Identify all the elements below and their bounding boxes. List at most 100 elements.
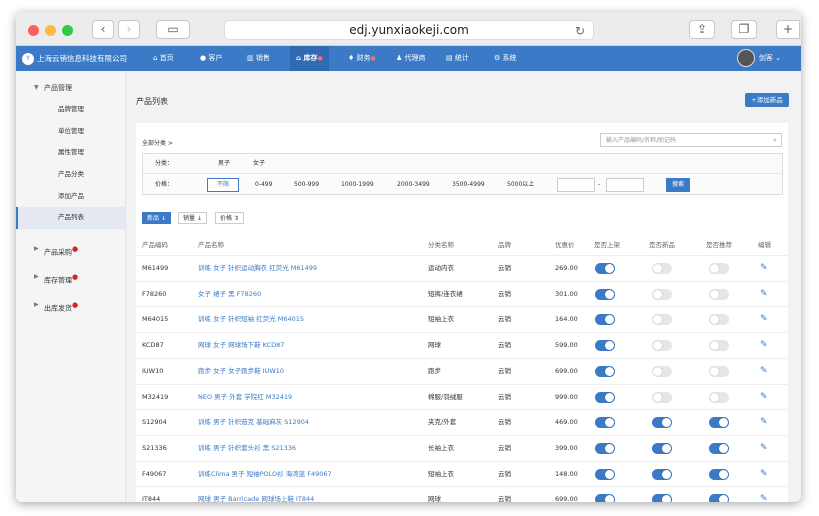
listed-toggle[interactable] [595, 494, 615, 502]
listed-toggle[interactable] [595, 340, 615, 352]
recommend-toggle[interactable] [709, 288, 729, 300]
sort-sales-button[interactable]: 销量 ↓ [178, 212, 207, 224]
product-name-link[interactable]: 网球 男子 Barricade 网球场上鞋 IT844 [198, 487, 314, 502]
sidebar-group-purchase[interactable]: ▶ 产品采购● [16, 235, 125, 263]
price-option-500-999[interactable]: 500-999 [294, 175, 319, 195]
back-icon[interactable]: ‹ [92, 20, 114, 39]
listed-toggle[interactable] [595, 288, 615, 300]
listed-toggle[interactable] [595, 263, 615, 274]
minimize-window-button[interactable] [45, 25, 56, 36]
recommend-toggle[interactable] [709, 365, 729, 377]
nav-item-finance[interactable]: ♦ 财务● [348, 46, 376, 71]
recommend-toggle[interactable] [709, 417, 729, 429]
product-name-link[interactable]: 训练 男子 针织茄克 基础麻灰 S12904 [198, 410, 309, 435]
listed-toggle[interactable] [595, 417, 615, 429]
brand[interactable]: Y 上海云销信息科技有限公司 [22, 46, 127, 71]
sidebar-group-product[interactable]: ▼ 产品管理 [16, 77, 125, 99]
reload-icon[interactable]: ↻ [575, 22, 585, 41]
new-toggle[interactable] [652, 442, 672, 454]
edit-icon[interactable]: ✎ [760, 410, 768, 435]
user-menu[interactable]: 剑客 ⌄ [736, 46, 781, 71]
search-button[interactable]: 搜索 [666, 178, 690, 192]
nav-item-home[interactable]: ⌂ 首页 [153, 46, 174, 71]
listed-toggle[interactable] [595, 391, 615, 403]
recommend-toggle[interactable] [709, 340, 729, 352]
price-max-input[interactable] [606, 178, 644, 192]
tabs-icon[interactable]: ❐ [731, 20, 757, 39]
recommend-toggle[interactable] [709, 442, 729, 454]
search-icon[interactable]: ⌕ [773, 134, 777, 147]
product-name-link[interactable]: 网球 女子 网球场下鞋 KCD87 [198, 333, 284, 358]
nav-item-customer[interactable]: ● 客户 [200, 46, 222, 71]
share-icon[interactable]: ⇪ [689, 20, 715, 39]
sidebar-toggle-icon[interactable]: ▭ [156, 20, 190, 39]
price-option-1000-1999[interactable]: 1000-1999 [341, 175, 374, 195]
nav-item-system[interactable]: ⚙ 系统 [494, 46, 517, 71]
edit-icon[interactable]: ✎ [760, 487, 768, 502]
breadcrumb[interactable]: 全部分类 > [142, 138, 173, 147]
edit-icon[interactable]: ✎ [760, 359, 768, 384]
sidebar-item-product-list[interactable]: 产品列表 [16, 207, 125, 230]
product-name-link[interactable]: 女子 裙子 黑 F78260 [198, 282, 261, 307]
new-toggle[interactable] [652, 391, 672, 403]
listed-toggle[interactable] [595, 365, 615, 377]
new-toggle[interactable] [652, 340, 672, 352]
price-option-2000-3499[interactable]: 2000-3499 [397, 175, 430, 195]
sidebar-item-add-product[interactable]: 添加产品 [16, 186, 125, 208]
forward-icon[interactable]: › [118, 20, 140, 39]
recommend-toggle[interactable] [709, 494, 729, 502]
product-name-link[interactable]: 跑步 女子 女子跑步鞋 IUW10 [198, 359, 284, 384]
category-option-male[interactable]: 男子 [218, 154, 230, 174]
price-option-0-499[interactable]: 0-499 [255, 175, 272, 195]
product-name-link[interactable]: 训练 女子 针织运动胸衣 红荧光 M61499 [198, 256, 317, 281]
nav-item-sales[interactable]: ▥ 销售 [247, 46, 270, 71]
listed-toggle[interactable] [595, 314, 615, 326]
add-product-button[interactable]: +添加新品 [745, 93, 789, 107]
nav-item-stats[interactable]: ▤ 统计 [446, 46, 469, 71]
edit-icon[interactable]: ✎ [760, 307, 768, 332]
edit-icon[interactable]: ✎ [760, 436, 768, 461]
address-bar[interactable]: edj.yunxiaokeji.com ↻ [224, 20, 594, 40]
sidebar-item-unit[interactable]: 单位管理 [16, 121, 125, 143]
sort-new-button[interactable]: 新品 ↓ [142, 212, 171, 224]
product-name-link[interactable]: 训练 男子 针织套头衫 黑 S21336 [198, 436, 296, 461]
new-tab-icon[interactable]: + [776, 20, 800, 39]
sort-price-button[interactable]: 价格 ⇕ [215, 212, 244, 224]
new-toggle[interactable] [652, 417, 672, 429]
product-name-link[interactable]: 训练 女子 针织短袖 红荧光 M64015 [198, 307, 304, 332]
sidebar-item-attribute[interactable]: 属性管理 [16, 142, 125, 164]
listed-toggle[interactable] [595, 468, 615, 480]
listed-toggle[interactable] [595, 442, 615, 454]
sidebar-group-inventory[interactable]: ▶ 库存管理● [16, 263, 125, 291]
edit-icon[interactable]: ✎ [760, 462, 768, 487]
sidebar-item-brand[interactable]: 品牌管理 [16, 99, 125, 121]
new-toggle[interactable] [652, 314, 672, 326]
search-input[interactable]: 输入产品编码/名称/助记码 ⌕ [600, 133, 782, 147]
product-name-link[interactable]: 训练Clima 男子 短袖POLO衫 海湾蓝 F49067 [198, 462, 332, 487]
nav-item-agent[interactable]: ♟ 代理商 [396, 46, 426, 71]
new-toggle[interactable] [652, 494, 672, 502]
edit-icon[interactable]: ✎ [760, 256, 768, 281]
sidebar-item-category[interactable]: 产品分类 [16, 164, 125, 186]
edit-icon[interactable]: ✎ [760, 333, 768, 358]
sidebar-group-outbound[interactable]: ▶ 出库发货● [16, 291, 125, 319]
price-option-5000-plus[interactable]: 5000以上 [507, 175, 534, 195]
recommend-toggle[interactable] [709, 468, 729, 480]
close-window-button[interactable] [28, 25, 39, 36]
price-option-any[interactable]: 不限 [207, 178, 240, 192]
nav-item-inventory[interactable]: ⌂ 库存● [290, 46, 329, 71]
price-min-input[interactable] [557, 178, 595, 192]
edit-icon[interactable]: ✎ [760, 385, 768, 410]
price-option-3500-4999[interactable]: 3500-4999 [452, 175, 485, 195]
new-toggle[interactable] [652, 468, 672, 480]
recommend-toggle[interactable] [709, 314, 729, 326]
product-name-link[interactable]: NEO 男子 外套 学院红 M32419 [198, 385, 292, 410]
new-toggle[interactable] [652, 288, 672, 300]
zoom-window-button[interactable] [62, 25, 73, 36]
category-option-female[interactable]: 女子 [253, 154, 265, 174]
recommend-toggle[interactable] [709, 391, 729, 403]
new-toggle[interactable] [652, 263, 672, 274]
edit-icon[interactable]: ✎ [760, 282, 768, 307]
new-toggle[interactable] [652, 365, 672, 377]
recommend-toggle[interactable] [709, 263, 729, 274]
